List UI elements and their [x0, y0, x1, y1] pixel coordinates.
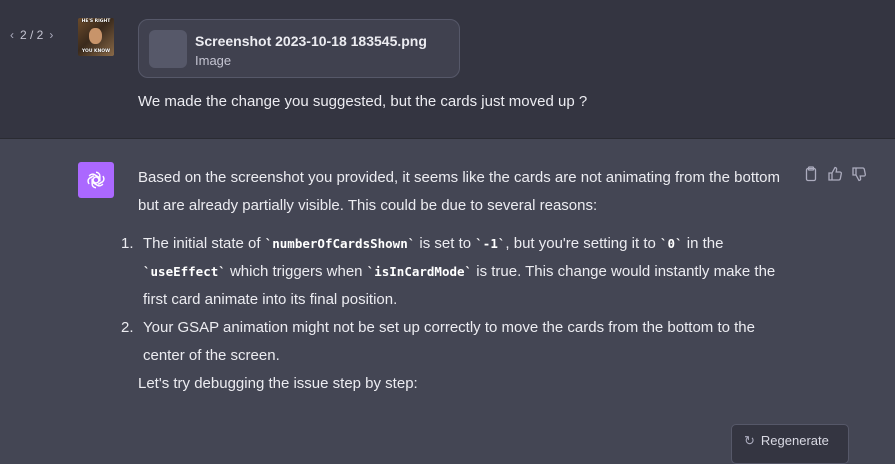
- list-item-number: 2.: [121, 319, 134, 336]
- attachment-filename: Screenshot 2023-10-18 183545.png: [195, 33, 427, 49]
- inline-code: `isInCardMode`: [366, 264, 473, 279]
- assistant-intro: Based on the screenshot you provided, it…: [138, 169, 781, 214]
- attachment-thumbnail: [149, 30, 187, 68]
- message-actions: [803, 166, 867, 182]
- regenerate-icon: ↻: [744, 433, 755, 448]
- avatar-meme-bottom: YOU KNOW: [81, 49, 111, 54]
- attachment-type: Image: [195, 53, 232, 68]
- next-response-chevron-icon[interactable]: ›: [49, 28, 53, 42]
- list-item-text: , but you're setting it to: [505, 235, 661, 252]
- list-item: 2. Your GSAP animation might not be set …: [121, 314, 788, 370]
- list-item-number: 1.: [121, 235, 134, 252]
- openai-logo-icon: [87, 171, 105, 189]
- image-attachment[interactable]: Screenshot 2023-10-18 183545.png Image: [138, 19, 460, 78]
- list-item-text: The initial state of: [143, 235, 265, 252]
- clipboard-icon[interactable]: [803, 166, 819, 182]
- thumbs-down-icon[interactable]: [851, 166, 867, 182]
- avatar-meme-top: HE'S RIGHT: [81, 19, 111, 24]
- assistant-avatar: [78, 162, 114, 198]
- pager-label: 2 / 2: [20, 28, 44, 42]
- assistant-list: 1. The initial state of `numberOfCardsSh…: [121, 230, 788, 370]
- list-item-text: in the: [682, 235, 724, 252]
- list-item-text: which triggers when: [225, 263, 367, 280]
- inline-code: `-1`: [475, 236, 506, 251]
- assistant-debug-text: Let's try debugging the issue step by st…: [138, 375, 418, 392]
- user-message-row: ‹ 2 / 2 › HE'S RIGHT YOU KNOW Screenshot…: [0, 0, 895, 139]
- avatar-face: [89, 28, 102, 44]
- thumbs-up-icon[interactable]: [827, 166, 843, 182]
- inline-code: `numberOfCardsShown`: [264, 236, 416, 251]
- regenerate-button[interactable]: ↻ Regenerate: [731, 424, 849, 464]
- list-item-text: Your GSAP animation might not be set up …: [143, 319, 755, 364]
- user-avatar: HE'S RIGHT YOU KNOW: [78, 18, 114, 56]
- list-item-text: is set to: [415, 235, 476, 252]
- regenerate-label: Regenerate: [760, 433, 829, 448]
- list-item: 1. The initial state of `numberOfCardsSh…: [121, 230, 788, 314]
- user-message-text: We made the change you suggested, but th…: [138, 93, 588, 110]
- assistant-message: Based on the screenshot you provided, it…: [121, 164, 788, 398]
- prev-response-chevron-icon[interactable]: ‹: [10, 28, 14, 42]
- response-pager: ‹ 2 / 2 ›: [10, 28, 53, 42]
- inline-code: `0`: [660, 236, 683, 251]
- inline-code: `useEffect`: [143, 264, 226, 279]
